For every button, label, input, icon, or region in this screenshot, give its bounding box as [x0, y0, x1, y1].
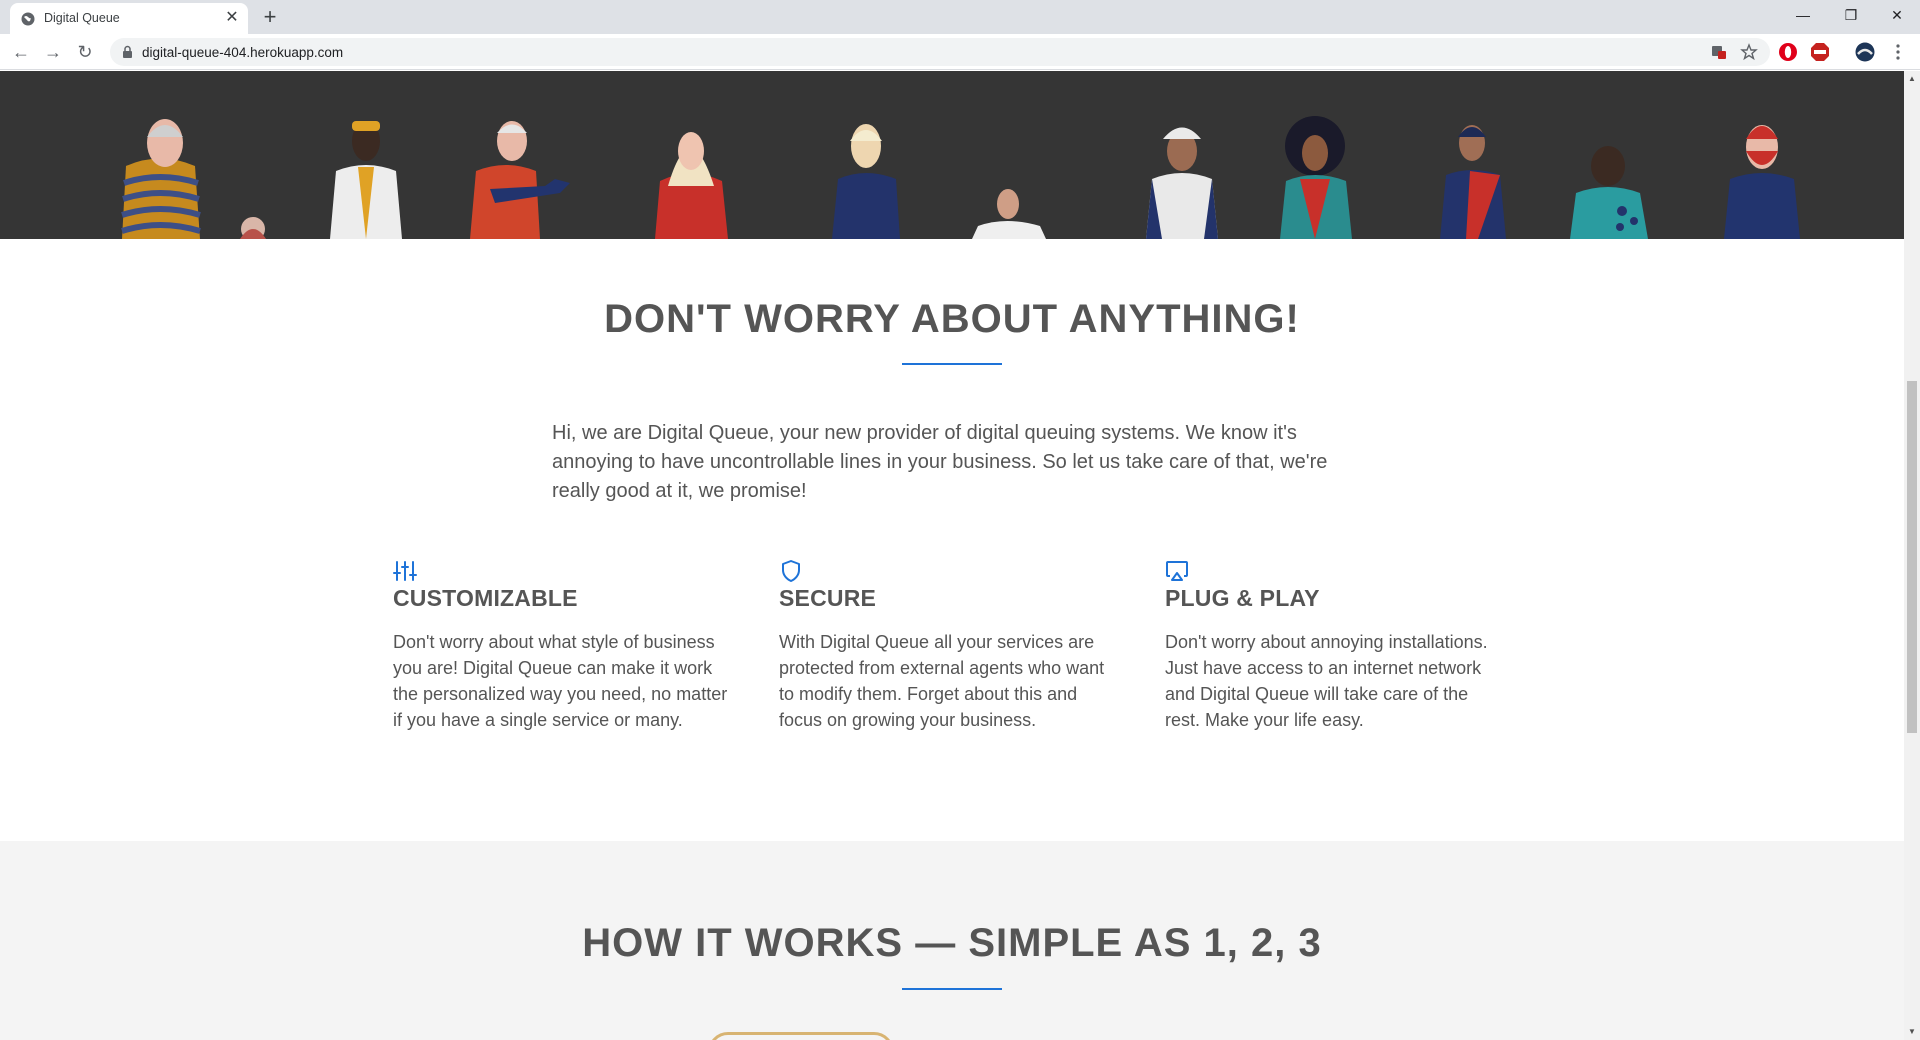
- tab-close-icon[interactable]: ✕: [224, 10, 240, 26]
- intro-text: Hi, we are Digital Queue, your new provi…: [552, 422, 1328, 502]
- feature-title: CUSTOMIZABLE: [393, 585, 578, 611]
- opera-icon[interactable]: [1778, 42, 1798, 62]
- tab-title: Digital Queue: [44, 11, 120, 25]
- feature-title: SECURE: [779, 585, 877, 611]
- shield-icon: [782, 560, 800, 582]
- feature-secure: SECURE With Digital Queue all your servi…: [779, 559, 1119, 733]
- feature-description: Don't worry about annoying installations…: [1165, 632, 1488, 730]
- browser-tab[interactable]: Digital Queue ✕: [10, 3, 248, 34]
- step-badge: [708, 1032, 894, 1040]
- translate-icon[interactable]: [1710, 43, 1728, 61]
- page-scrollbar[interactable]: ▲ ▼: [1904, 71, 1920, 1040]
- reload-button[interactable]: ↻: [73, 40, 97, 64]
- new-tab-button[interactable]: +: [258, 6, 282, 30]
- scroll-up-arrow-icon[interactable]: ▲: [1904, 71, 1920, 87]
- restore-button[interactable]: ❐: [1828, 0, 1874, 30]
- menu-dots-icon[interactable]: [1888, 42, 1908, 62]
- feature-description: With Digital Queue all your services are…: [779, 632, 1105, 730]
- airplay-icon: [1166, 561, 1188, 581]
- browser-toolbar: ← → ↻ digital-queue-404.herokuapp.com: [0, 34, 1920, 70]
- window-close-button[interactable]: ✕: [1874, 0, 1920, 30]
- tab-bar: Digital Queue ✕ + — ❐ ✕: [0, 0, 1920, 34]
- section-title: HOW IT WORKS — SIMPLE AS 1, 2, 3: [582, 921, 1322, 965]
- lock-icon: [123, 45, 132, 58]
- globe-icon: [21, 12, 35, 26]
- feature-title: PLUG & PLAY: [1165, 585, 1320, 611]
- adblock-icon[interactable]: [1810, 42, 1830, 62]
- how-it-works-section: HOW IT WORKS — SIMPLE AS 1, 2, 3: [0, 841, 1904, 1040]
- profile-avatar-icon[interactable]: [1855, 42, 1875, 62]
- title-divider: [902, 363, 1002, 365]
- address-bar[interactable]: digital-queue-404.herokuapp.com: [110, 38, 1770, 66]
- bookmark-star-icon[interactable]: [1740, 43, 1758, 61]
- hero-banner: [0, 71, 1904, 239]
- page-viewport: DON'T WORRY ABOUT ANYTHING! Hi, we are D…: [0, 71, 1904, 1040]
- feature-description: Don't worry about what style of business…: [393, 632, 728, 730]
- forward-button[interactable]: →: [41, 40, 65, 64]
- minimize-button[interactable]: —: [1780, 0, 1826, 30]
- section-title: DON'T WORRY ABOUT ANYTHING!: [604, 297, 1300, 341]
- features-section: DON'T WORRY ABOUT ANYTHING! Hi, we are D…: [0, 239, 1904, 841]
- diverse-people-illustration: [121, 116, 1800, 239]
- feature-plug-play: PLUG & PLAY Don't worry about annoying i…: [1165, 559, 1505, 733]
- url-text: digital-queue-404.herokuapp.com: [142, 45, 344, 60]
- feature-customizable: CUSTOMIZABLE Don't worry about what styl…: [393, 559, 733, 733]
- scroll-down-arrow-icon[interactable]: ▼: [1904, 1024, 1920, 1040]
- sliders-icon: [393, 561, 417, 581]
- back-button[interactable]: ←: [9, 40, 33, 64]
- title-divider: [902, 988, 1002, 990]
- scrollbar-thumb[interactable]: [1907, 381, 1917, 733]
